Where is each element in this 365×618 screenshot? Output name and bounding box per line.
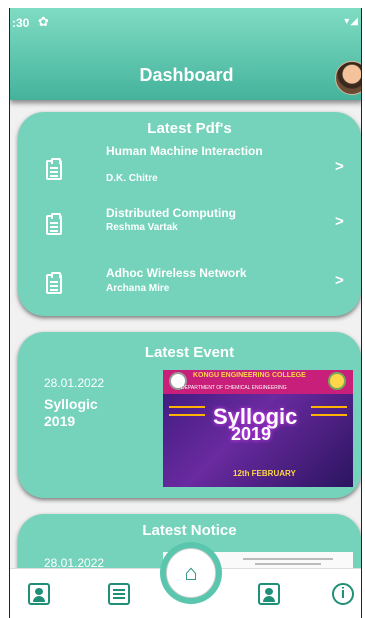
pdf-list-item[interactable]: Human Machine Interaction D.K. Chitre > bbox=[18, 142, 361, 192]
document-icon bbox=[46, 158, 62, 180]
id-card-icon[interactable] bbox=[258, 583, 280, 605]
gear-icon: ✿ bbox=[38, 14, 49, 29]
pdf-title: Distributed Computing bbox=[106, 206, 236, 220]
pdf-title: Human Machine Interaction bbox=[106, 144, 263, 158]
latest-pdfs-title: Latest Pdf's bbox=[147, 120, 232, 137]
poster-dept: DEPARTMENT OF CHEMICAL ENGINEERING bbox=[181, 385, 287, 391]
pdf-title: Adhoc Wireless Network bbox=[106, 266, 247, 280]
latest-notice-title: Latest Notice bbox=[142, 522, 237, 539]
event-poster[interactable]: KONGU ENGINEERING COLLEGE DEPARTMENT OF … bbox=[163, 370, 353, 487]
pdf-author: Archana Mire bbox=[106, 283, 170, 294]
poster-decoration bbox=[311, 406, 347, 408]
document-icon bbox=[46, 272, 62, 294]
chevron-right-icon: > bbox=[335, 213, 344, 230]
notice-line bbox=[255, 563, 321, 565]
screen-frame: :30 ✿ ▾◢ Dashboard Latest Pdf's Human Ma… bbox=[0, 0, 365, 618]
latest-event-card[interactable]: Latest Event 28.01.2022 Syllogic 2019 KO… bbox=[18, 332, 361, 498]
latest-pdfs-card: Latest Pdf's Human Machine Interaction D… bbox=[18, 112, 361, 316]
event-date: 28.01.2022 bbox=[44, 376, 105, 390]
avatar[interactable] bbox=[335, 61, 361, 95]
event-name: Syllogic 2019 bbox=[44, 396, 98, 429]
event-logo bbox=[328, 372, 346, 390]
app-screen: :30 ✿ ▾◢ Dashboard Latest Pdf's Human Ma… bbox=[9, 8, 362, 618]
poster-date: 12th FEBRUARY bbox=[233, 469, 296, 478]
pdf-list-item[interactable]: Distributed Computing Reshma Vartak > bbox=[18, 200, 361, 250]
info-icon[interactable]: i bbox=[332, 583, 354, 605]
chevron-right-icon: > bbox=[335, 272, 344, 289]
signal-icon: ▾◢ bbox=[344, 16, 359, 27]
poster-college: KONGU ENGINEERING COLLEGE bbox=[193, 372, 306, 379]
latest-event-title: Latest Event bbox=[144, 344, 235, 361]
pdf-list-item[interactable]: Adhoc Wireless Network Archana Mire > bbox=[18, 252, 361, 302]
pdf-author: D.K. Chitre bbox=[106, 173, 158, 184]
chevron-right-icon: > bbox=[335, 158, 344, 175]
document-icon bbox=[46, 213, 62, 235]
status-time: :30 bbox=[12, 16, 30, 30]
notice-line bbox=[243, 558, 333, 560]
pdf-author: Reshma Vartak bbox=[106, 222, 178, 233]
app-header: :30 ✿ ▾◢ Dashboard bbox=[10, 8, 361, 100]
poster-decoration bbox=[169, 406, 205, 408]
poster-decoration bbox=[169, 414, 205, 416]
profile-icon[interactable] bbox=[28, 583, 50, 605]
poster-decoration bbox=[311, 414, 347, 416]
page-title: Dashboard bbox=[139, 65, 234, 85]
notes-icon[interactable] bbox=[108, 583, 130, 605]
home-icon[interactable]: ⌂ bbox=[166, 548, 216, 598]
poster-year: 2019 bbox=[231, 424, 272, 444]
